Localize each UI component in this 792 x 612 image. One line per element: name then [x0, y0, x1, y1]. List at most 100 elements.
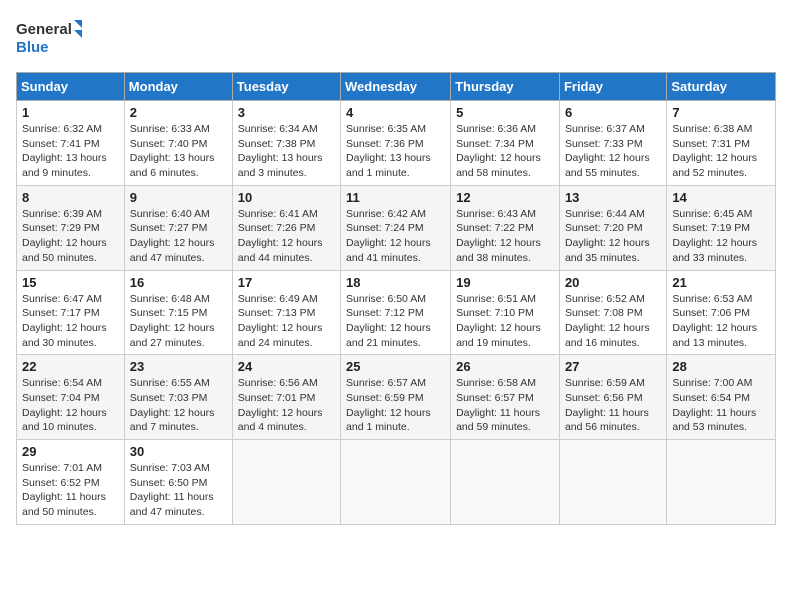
header-wednesday: Wednesday: [341, 73, 451, 101]
day-number: 16: [130, 275, 227, 290]
calendar-cell: 19 Sunrise: 6:51 AM Sunset: 7:10 PM Dayli…: [451, 270, 560, 355]
day-number: 3: [238, 105, 335, 120]
header-friday: Friday: [559, 73, 666, 101]
logo: General Blue: [16, 16, 86, 60]
day-detail: Sunrise: 6:42 AM Sunset: 7:24 PM Dayligh…: [346, 207, 445, 266]
calendar-cell: 6Sunrise: 6:37 AM Sunset: 7:33 PM Daylig…: [559, 101, 666, 186]
day-number: 15: [22, 275, 119, 290]
calendar-cell: 8 Sunrise: 6:39 AM Sunset: 7:29 PM Daylig…: [17, 185, 125, 270]
day-number: 1: [22, 105, 119, 120]
day-number: 29: [22, 444, 119, 459]
calendar-week-3: 15 Sunrise: 6:47 AM Sunset: 7:17 PM Dayli…: [17, 270, 776, 355]
header-thursday: Thursday: [451, 73, 560, 101]
day-detail: Sunrise: 6:41 AM Sunset: 7:26 PM Dayligh…: [238, 207, 335, 266]
calendar-week-4: 22 Sunrise: 6:54 AM Sunset: 7:04 PM Dayli…: [17, 355, 776, 440]
calendar-cell: [451, 440, 560, 525]
day-number: 23: [130, 359, 227, 374]
header-tuesday: Tuesday: [232, 73, 340, 101]
calendar-cell: 30Sunrise: 7:03 AM Sunset: 6:50 PM Dayli…: [124, 440, 232, 525]
calendar-week-5: 29Sunrise: 7:01 AM Sunset: 6:52 PM Dayli…: [17, 440, 776, 525]
day-detail: Sunrise: 6:38 AM Sunset: 7:31 PM Dayligh…: [672, 122, 770, 181]
calendar-cell: 12 Sunrise: 6:43 AM Sunset: 7:22 PM Dayli…: [451, 185, 560, 270]
day-number: 12: [456, 190, 554, 205]
day-number: 24: [238, 359, 335, 374]
calendar-cell: [559, 440, 666, 525]
calendar-table: SundayMondayTuesdayWednesdayThursdayFrid…: [16, 72, 776, 525]
day-detail: Sunrise: 6:34 AM Sunset: 7:38 PM Dayligh…: [238, 122, 335, 181]
logo-svg: General Blue: [16, 16, 86, 60]
day-detail: Sunrise: 6:36 AM Sunset: 7:34 PM Dayligh…: [456, 122, 554, 181]
day-detail: Sunrise: 6:45 AM Sunset: 7:19 PM Dayligh…: [672, 207, 770, 266]
day-number: 11: [346, 190, 445, 205]
page-header: General Blue: [16, 16, 776, 60]
calendar-cell: 2 Sunrise: 6:33 AM Sunset: 7:40 PM Daylig…: [124, 101, 232, 186]
calendar-cell: 14Sunrise: 6:45 AM Sunset: 7:19 PM Dayli…: [667, 185, 776, 270]
calendar-cell: 22 Sunrise: 6:54 AM Sunset: 7:04 PM Dayli…: [17, 355, 125, 440]
day-number: 28: [672, 359, 770, 374]
calendar-cell: 26Sunrise: 6:58 AM Sunset: 6:57 PM Dayli…: [451, 355, 560, 440]
day-detail: Sunrise: 6:59 AM Sunset: 6:56 PM Dayligh…: [565, 376, 661, 435]
day-detail: Sunrise: 6:53 AM Sunset: 7:06 PM Dayligh…: [672, 292, 770, 351]
day-detail: Sunrise: 6:55 AM Sunset: 7:03 PM Dayligh…: [130, 376, 227, 435]
day-number: 18: [346, 275, 445, 290]
calendar-cell: 5 Sunrise: 6:36 AM Sunset: 7:34 PM Daylig…: [451, 101, 560, 186]
svg-text:General: General: [16, 21, 72, 38]
day-detail: Sunrise: 6:32 AM Sunset: 7:41 PM Dayligh…: [22, 122, 119, 181]
calendar-cell: 4 Sunrise: 6:35 AM Sunset: 7:36 PM Daylig…: [341, 101, 451, 186]
day-number: 5: [456, 105, 554, 120]
day-detail: Sunrise: 6:57 AM Sunset: 6:59 PM Dayligh…: [346, 376, 445, 435]
calendar-cell: 29Sunrise: 7:01 AM Sunset: 6:52 PM Dayli…: [17, 440, 125, 525]
svg-text:Blue: Blue: [16, 39, 49, 56]
day-number: 4: [346, 105, 445, 120]
calendar-week-2: 8 Sunrise: 6:39 AM Sunset: 7:29 PM Daylig…: [17, 185, 776, 270]
day-detail: Sunrise: 7:03 AM Sunset: 6:50 PM Dayligh…: [130, 461, 227, 520]
day-detail: Sunrise: 6:51 AM Sunset: 7:10 PM Dayligh…: [456, 292, 554, 351]
calendar-cell: 3 Sunrise: 6:34 AM Sunset: 7:38 PM Daylig…: [232, 101, 340, 186]
day-detail: Sunrise: 6:56 AM Sunset: 7:01 PM Dayligh…: [238, 376, 335, 435]
day-detail: Sunrise: 6:43 AM Sunset: 7:22 PM Dayligh…: [456, 207, 554, 266]
day-number: 25: [346, 359, 445, 374]
day-number: 8: [22, 190, 119, 205]
calendar-cell: [341, 440, 451, 525]
calendar-cell: 25 Sunrise: 6:57 AM Sunset: 6:59 PM Dayli…: [341, 355, 451, 440]
calendar-cell: 18 Sunrise: 6:50 AM Sunset: 7:12 PM Dayli…: [341, 270, 451, 355]
day-detail: Sunrise: 6:39 AM Sunset: 7:29 PM Dayligh…: [22, 207, 119, 266]
calendar-header-row: SundayMondayTuesdayWednesdayThursdayFrid…: [17, 73, 776, 101]
calendar-cell: [667, 440, 776, 525]
header-monday: Monday: [124, 73, 232, 101]
day-detail: Sunrise: 6:54 AM Sunset: 7:04 PM Dayligh…: [22, 376, 119, 435]
calendar-cell: 28 Sunrise: 7:00 AM Sunset: 6:54 PM Dayli…: [667, 355, 776, 440]
day-number: 10: [238, 190, 335, 205]
day-number: 27: [565, 359, 661, 374]
calendar-week-1: 1 Sunrise: 6:32 AM Sunset: 7:41 PM Daylig…: [17, 101, 776, 186]
calendar-cell: 24 Sunrise: 6:56 AM Sunset: 7:01 PM Dayli…: [232, 355, 340, 440]
day-detail: Sunrise: 6:35 AM Sunset: 7:36 PM Dayligh…: [346, 122, 445, 181]
day-number: 21: [672, 275, 770, 290]
calendar-cell: 21 Sunrise: 6:53 AM Sunset: 7:06 PM Dayli…: [667, 270, 776, 355]
day-detail: Sunrise: 6:33 AM Sunset: 7:40 PM Dayligh…: [130, 122, 227, 181]
header-sunday: Sunday: [17, 73, 125, 101]
calendar-cell: 23 Sunrise: 6:55 AM Sunset: 7:03 PM Dayli…: [124, 355, 232, 440]
day-detail: Sunrise: 6:50 AM Sunset: 7:12 PM Dayligh…: [346, 292, 445, 351]
day-detail: Sunrise: 6:37 AM Sunset: 7:33 PM Dayligh…: [565, 122, 661, 181]
day-number: 19: [456, 275, 554, 290]
calendar-cell: 27 Sunrise: 6:59 AM Sunset: 6:56 PM Dayli…: [559, 355, 666, 440]
day-detail: Sunrise: 6:58 AM Sunset: 6:57 PM Dayligh…: [456, 376, 554, 435]
calendar-cell: 15 Sunrise: 6:47 AM Sunset: 7:17 PM Dayli…: [17, 270, 125, 355]
day-detail: Sunrise: 6:48 AM Sunset: 7:15 PM Dayligh…: [130, 292, 227, 351]
calendar-cell: 13Sunrise: 6:44 AM Sunset: 7:20 PM Dayli…: [559, 185, 666, 270]
day-number: 22: [22, 359, 119, 374]
day-detail: Sunrise: 7:00 AM Sunset: 6:54 PM Dayligh…: [672, 376, 770, 435]
calendar-cell: 10 Sunrise: 6:41 AM Sunset: 7:26 PM Dayli…: [232, 185, 340, 270]
calendar-cell: 20Sunrise: 6:52 AM Sunset: 7:08 PM Dayli…: [559, 270, 666, 355]
calendar-cell: 9 Sunrise: 6:40 AM Sunset: 7:27 PM Daylig…: [124, 185, 232, 270]
day-detail: Sunrise: 6:40 AM Sunset: 7:27 PM Dayligh…: [130, 207, 227, 266]
day-detail: Sunrise: 6:52 AM Sunset: 7:08 PM Dayligh…: [565, 292, 661, 351]
day-detail: Sunrise: 6:47 AM Sunset: 7:17 PM Dayligh…: [22, 292, 119, 351]
header-saturday: Saturday: [667, 73, 776, 101]
calendar-cell: 16 Sunrise: 6:48 AM Sunset: 7:15 PM Dayli…: [124, 270, 232, 355]
day-number: 7: [672, 105, 770, 120]
day-detail: Sunrise: 6:49 AM Sunset: 7:13 PM Dayligh…: [238, 292, 335, 351]
day-number: 2: [130, 105, 227, 120]
day-number: 9: [130, 190, 227, 205]
